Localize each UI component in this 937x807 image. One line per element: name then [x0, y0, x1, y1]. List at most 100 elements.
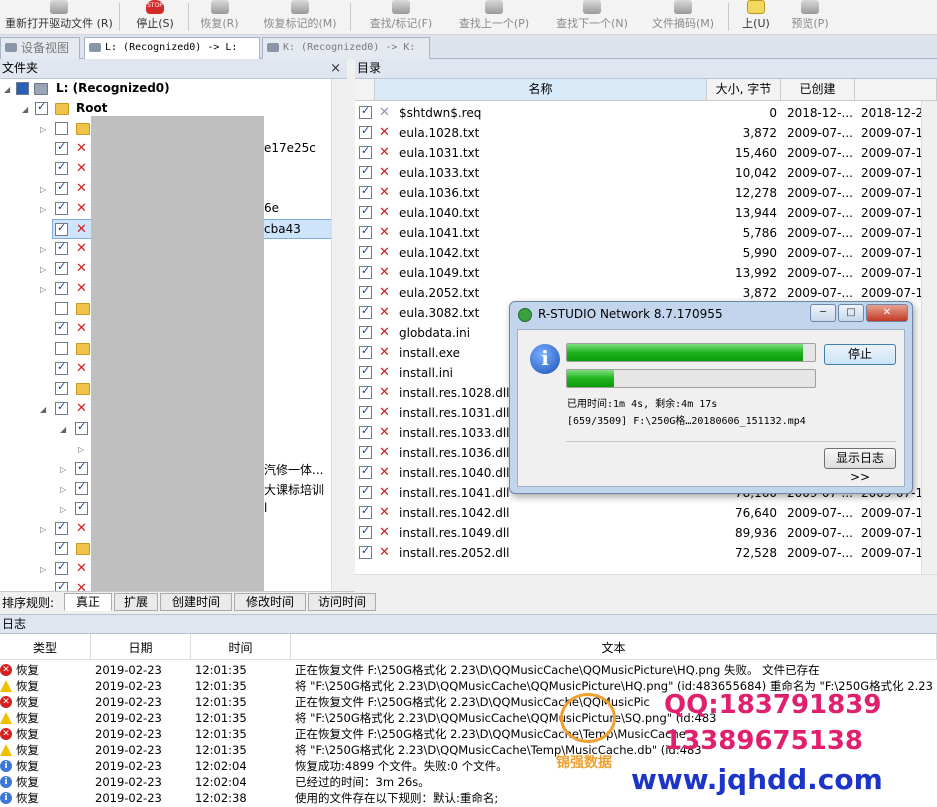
- column-created[interactable]: 已创建: [781, 79, 855, 101]
- file-checkbox[interactable]: [359, 384, 372, 399]
- sort-tab-modified[interactable]: 修改时间: [234, 593, 306, 611]
- file-row[interactable]: ✕eula.1036.txt12,2782009-07-...2009-07-1…: [355, 183, 937, 203]
- sort-tab-extension[interactable]: 扩展: [114, 593, 158, 611]
- file-checkbox[interactable]: [359, 224, 372, 239]
- find-mark-button[interactable]: 查找/标记(F): [358, 0, 444, 35]
- find-previous-icon: [485, 0, 503, 14]
- file-checkbox[interactable]: [359, 544, 372, 559]
- log-date: 2019-02-23: [95, 695, 162, 709]
- file-checkbox[interactable]: [359, 484, 372, 499]
- tree-checkbox[interactable]: [35, 100, 48, 115]
- file-mask-button[interactable]: 文件摘码(M): [644, 0, 722, 35]
- file-row[interactable]: ✕eula.1042.txt5,9902009-07-...2009-07-12…: [355, 243, 937, 263]
- deleted-file-icon: ✕: [379, 125, 390, 140]
- log-row[interactable]: ✕ 恢复 2019-02-23 12:01:35 正在恢复文件 F:\250G格式化 2…: [0, 662, 937, 678]
- recover-marked-button[interactable]: 恢复标记的(M): [255, 0, 345, 35]
- tab-l-drive[interactable]: L: (Recognized0) -> L:: [84, 37, 260, 60]
- file-checkbox[interactable]: [359, 304, 372, 319]
- tree-checkbox[interactable]: [16, 82, 29, 95]
- tab-device-view[interactable]: 设备视图: [0, 37, 80, 59]
- file-checkbox[interactable]: [359, 144, 372, 159]
- file-checkbox[interactable]: [359, 444, 372, 459]
- file-checkbox[interactable]: [359, 344, 372, 359]
- file-checkbox[interactable]: [359, 464, 372, 479]
- file-row[interactable]: ✕install.res.1042.dll76,6402009-07-...20…: [355, 503, 937, 523]
- column-size[interactable]: 大小, 字节: [707, 79, 781, 101]
- stop-dialog-button[interactable]: 停止: [824, 344, 896, 365]
- log-text: 正在恢复文件 F:\250G格式化 2.23\D\QQMusicCache\QQ…: [295, 663, 820, 677]
- file-row[interactable]: ✕eula.1041.txt5,7862009-07-...2009-07-12…: [355, 223, 937, 243]
- close-window-button[interactable]: ✕: [866, 304, 908, 322]
- log-date: 2019-02-23: [95, 727, 162, 741]
- preview-button[interactable]: 预览(P): [782, 0, 838, 35]
- recovery-progress-dialog: R-STUDIO Network 8.7.170955 ─ □ ✕ i 已用时间…: [509, 301, 913, 494]
- find-mark-icon: [392, 0, 410, 14]
- file-checkbox[interactable]: [359, 324, 372, 339]
- find-next-button[interactable]: 查找下一个(N): [546, 0, 638, 35]
- log-column-text[interactable]: 文本: [291, 634, 937, 660]
- file-list-hscrollbar[interactable]: [355, 574, 937, 591]
- file-checkbox[interactable]: [359, 424, 372, 439]
- panel-splitter[interactable]: [347, 59, 355, 611]
- file-row[interactable]: ✕eula.1033.txt10,0422009-07-...2009-07-1…: [355, 163, 937, 183]
- file-progress-fill: [567, 370, 615, 387]
- file-name: eula.1033.txt: [399, 166, 480, 180]
- file-checkbox[interactable]: [359, 104, 372, 119]
- file-name: install.res.1028.dll: [399, 386, 510, 400]
- file-checkbox[interactable]: [359, 404, 372, 419]
- column-name[interactable]: 名称: [375, 79, 707, 101]
- file-checkbox[interactable]: [359, 124, 372, 139]
- drive-icon: [89, 43, 101, 52]
- file-row[interactable]: ✕install.res.1049.dll89,9362009-07-...20…: [355, 523, 937, 543]
- file-name: $shtdwn$.req: [399, 106, 482, 120]
- tree-drive-node[interactable]: ◢ L: (Recognized0): [0, 79, 330, 99]
- app-icon: [518, 308, 532, 322]
- sort-tab-accessed[interactable]: 访问时间: [308, 593, 376, 611]
- file-checkbox[interactable]: [359, 244, 372, 259]
- column-checkbox[interactable]: [355, 79, 375, 101]
- file-row[interactable]: ✕$shtdwn$.req02018-12-...2018-12-28 2: [355, 103, 937, 123]
- sort-tab-created[interactable]: 创建时间: [160, 593, 232, 611]
- collapse-icon[interactable]: ◢: [4, 85, 10, 94]
- log-column-date[interactable]: 日期: [91, 634, 191, 660]
- minimize-button[interactable]: ─: [810, 304, 836, 322]
- column-modified[interactable]: [855, 79, 937, 101]
- tree-scrollbar[interactable]: [331, 79, 347, 591]
- file-row[interactable]: ✕install.res.2052.dll72,5282009-07-...20…: [355, 543, 937, 563]
- reopen-drive-button[interactable]: 重新打开驱动文件 (R): [0, 0, 118, 35]
- deleted-file-icon: ✕: [379, 545, 390, 560]
- file-checkbox[interactable]: [359, 164, 372, 179]
- file-row[interactable]: ✕eula.1049.txt13,9922009-07-...2009-07-1…: [355, 263, 937, 283]
- log-column-type[interactable]: 类型: [0, 634, 91, 660]
- show-log-button[interactable]: 显示日志 >>: [824, 448, 896, 484]
- sort-tab-real[interactable]: 真正: [64, 593, 112, 611]
- log-type: 恢复: [16, 695, 39, 709]
- deleted-file-icon: ✕: [379, 425, 390, 440]
- file-checkbox[interactable]: [359, 524, 372, 539]
- close-icon[interactable]: ×: [330, 59, 341, 78]
- file-row[interactable]: ✕eula.1040.txt13,9442009-07-...2009-07-1…: [355, 203, 937, 223]
- file-row[interactable]: ✕eula.1028.txt3,8722009-07-...2009-07-12…: [355, 123, 937, 143]
- elapsed-remaining-time: 已用时间:1m 4s, 剩余:4m 17s: [567, 399, 718, 410]
- file-size: 12,278: [735, 186, 777, 200]
- recover-button[interactable]: 恢复(R): [192, 0, 247, 35]
- file-checkbox[interactable]: [359, 284, 372, 299]
- log-column-time[interactable]: 时间: [191, 634, 291, 660]
- find-previous-button[interactable]: 查找上一个(P): [448, 0, 540, 35]
- log-date: 2019-02-23: [95, 711, 162, 725]
- file-row[interactable]: ✕eula.1031.txt15,4602009-07-...2009-07-1…: [355, 143, 937, 163]
- file-checkbox[interactable]: [359, 204, 372, 219]
- tab-k-drive[interactable]: K: (Recognized0) -> K:: [262, 37, 430, 59]
- file-list-scrollbar[interactable]: [921, 101, 937, 591]
- collapse-icon[interactable]: ◢: [22, 105, 28, 114]
- file-checkbox[interactable]: [359, 184, 372, 199]
- file-checkbox[interactable]: [359, 364, 372, 379]
- up-button[interactable]: 上(U): [734, 0, 778, 35]
- maximize-button[interactable]: □: [838, 304, 864, 322]
- file-size: 10,042: [735, 166, 777, 180]
- file-checkbox[interactable]: [359, 264, 372, 279]
- file-created: 2009-07-...: [787, 286, 853, 300]
- file-checkbox[interactable]: [359, 504, 372, 519]
- file-row[interactable]: ✕eula.2052.txt3,8722009-07-...2009-07-12…: [355, 283, 937, 303]
- stop-button[interactable]: STOP 停止(S): [125, 0, 185, 35]
